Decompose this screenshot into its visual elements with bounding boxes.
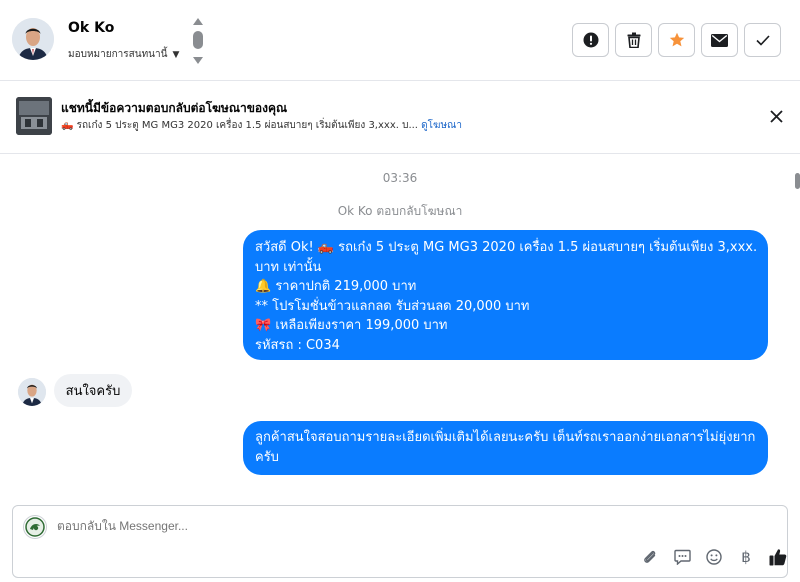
baht-icon: ฿ bbox=[741, 548, 751, 566]
mark-unread-button[interactable] bbox=[701, 23, 738, 57]
close-icon bbox=[769, 109, 783, 123]
message-line: 🔔 ราคาปกติ 219,000 บาท bbox=[255, 279, 417, 294]
follow-up-star-button[interactable] bbox=[658, 23, 695, 57]
outgoing-message[interactable]: ลูกค้าสนใจสอบถามรายละเอียดเพิ่มเติมได้เล… bbox=[243, 421, 768, 475]
assign-conversation-dropdown[interactable]: มอบหมายการสนทนานี้ ▼ bbox=[68, 47, 179, 62]
mark-done-button[interactable] bbox=[744, 23, 781, 57]
page-avatar bbox=[23, 515, 47, 539]
thread-scroll-thumb[interactable] bbox=[795, 173, 800, 189]
message-line: 🎀 เหลือเพียงราคา 199,000 บาท bbox=[255, 318, 448, 333]
message-line: สวัสดี Ok! 🛻 รถเก๋ง 5 ประตู MG MG3 2020 … bbox=[255, 240, 758, 255]
ad-reply-notice: Ok Ko ตอบกลับโฆษณา bbox=[337, 204, 463, 218]
scroll-down-icon[interactable] bbox=[193, 57, 203, 64]
mark-spam-button[interactable] bbox=[572, 23, 609, 57]
like-button[interactable] bbox=[769, 548, 787, 566]
message-line: บาท เท่านั้น bbox=[255, 259, 322, 275]
incoming-message[interactable]: สนใจครับ bbox=[54, 374, 132, 407]
emoji-icon bbox=[706, 549, 722, 565]
delete-button[interactable] bbox=[615, 23, 652, 57]
header-scroll-control[interactable] bbox=[192, 18, 204, 64]
view-ad-link[interactable]: ดูโฆษณา bbox=[421, 120, 462, 131]
contact-name[interactable]: Ok Ko bbox=[68, 20, 114, 36]
saved-reply-icon bbox=[673, 549, 691, 565]
outgoing-message[interactable]: สวัสดี Ok! 🛻 รถเก๋ง 5 ประตู MG MG3 2020 … bbox=[243, 230, 768, 360]
contact-avatar-small[interactable] bbox=[18, 378, 46, 406]
caret-down-icon: ▼ bbox=[172, 49, 180, 60]
conversation-header: Ok Ko มอบหมายการสนทนานี้ ▼ bbox=[0, 0, 800, 81]
saved-replies-button[interactable] bbox=[673, 548, 691, 566]
message-thread: 03:36 Ok Ko ตอบกลับโฆษณา สวัสดี Ok! 🛻 รถ… bbox=[0, 155, 800, 500]
exclamation-icon bbox=[583, 32, 598, 48]
thread-scrollbar[interactable] bbox=[795, 155, 800, 500]
like-icon bbox=[769, 549, 787, 566]
assign-label: มอบหมายการสนทนานี้ bbox=[68, 49, 168, 60]
scroll-thumb[interactable] bbox=[193, 31, 203, 49]
ad-thumbnail[interactable] bbox=[16, 97, 52, 135]
payment-button[interactable]: ฿ bbox=[737, 548, 755, 566]
envelope-icon bbox=[711, 33, 728, 47]
message-line: รหัสรถ : C034 bbox=[255, 337, 340, 353]
contact-avatar[interactable] bbox=[12, 18, 54, 60]
message-timestamp: 03:36 bbox=[382, 171, 418, 185]
message-line: ** โปรโมชั่นข้าวแลกลด รับส่วนลด 20,000 บ… bbox=[255, 298, 530, 314]
conversation-actions bbox=[572, 23, 781, 57]
ad-reply-banner: แชทนี้มีข้อความตอบกลับต่อโฆษณาของคุณ 🛻 ร… bbox=[0, 81, 800, 154]
trash-icon bbox=[627, 32, 640, 48]
reply-input[interactable] bbox=[57, 519, 657, 533]
close-banner-button[interactable] bbox=[766, 106, 786, 126]
message-composer: ฿ bbox=[12, 505, 788, 578]
star-icon bbox=[669, 32, 684, 47]
emoji-button[interactable] bbox=[705, 548, 723, 566]
ad-banner-subtitle: 🛻 รถเก๋ง 5 ประตู MG MG3 2020 เครื่อง 1.5… bbox=[61, 118, 462, 133]
ad-description: 🛻 รถเก๋ง 5 ประตู MG MG3 2020 เครื่อง 1.5… bbox=[61, 120, 418, 131]
attach-button[interactable] bbox=[641, 548, 659, 566]
messenger-inbox-chat: Ok Ko มอบหมายการสนทนานี้ ▼ แชทนี้มีข้อคว… bbox=[0, 0, 800, 582]
paperclip-icon bbox=[644, 550, 656, 563]
check-icon bbox=[755, 34, 770, 46]
composer-tools: ฿ bbox=[641, 548, 787, 566]
scroll-up-icon[interactable] bbox=[193, 18, 203, 25]
ad-banner-title: แชทนี้มีข้อความตอบกลับต่อโฆษณาของคุณ bbox=[61, 101, 288, 115]
